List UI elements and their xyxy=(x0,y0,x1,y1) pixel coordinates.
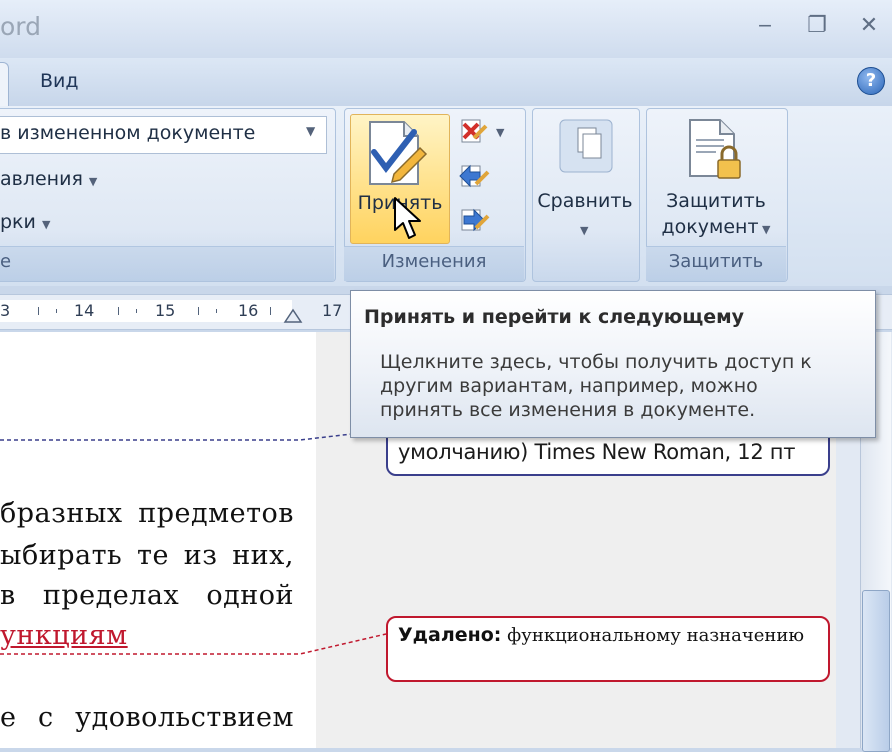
combo-dropdown-arrow-icon[interactable]: ▼ xyxy=(306,124,315,138)
right-indent-marker-icon[interactable] xyxy=(283,306,303,324)
mouse-cursor-icon xyxy=(394,197,421,239)
ruler-tick xyxy=(56,309,57,313)
protect-group-label: Защитить xyxy=(668,251,764,272)
window-title: ord xyxy=(0,12,42,41)
balloons-button[interactable]: рки ▼ xyxy=(0,211,50,233)
deleted-label: Удалено: xyxy=(398,624,502,646)
chevron-down-icon: ▼ xyxy=(88,175,98,188)
show-markup-label: авления xyxy=(0,168,83,190)
ruler-tick xyxy=(216,309,217,313)
close-button[interactable]: ✕ xyxy=(852,12,886,40)
show-markup-button[interactable]: авления ▼ xyxy=(0,168,97,190)
ruler-number: 3 xyxy=(0,301,11,320)
protect-document-button[interactable]: документ ▼ xyxy=(646,216,786,238)
minimize-button[interactable]: ‒ xyxy=(748,12,782,40)
tracking-group-label: е xyxy=(0,251,12,272)
help-icon[interactable]: ? xyxy=(857,67,885,95)
balloon-connector-lines xyxy=(0,429,387,655)
tooltip-body: Щелкните здесь, чтобы получить доступ к … xyxy=(380,350,850,422)
chevron-down-icon: ▼ xyxy=(758,223,771,236)
ruler-number: 15 xyxy=(155,301,176,320)
ruler-number: 17 xyxy=(322,301,343,320)
tooltip-body-line: Щелкните здесь, чтобы получить доступ к xyxy=(380,351,812,373)
deleted-text: функциональному назначению xyxy=(507,625,805,646)
display-for-review-value: в измененном документе xyxy=(0,122,256,144)
accept-document-icon xyxy=(369,121,428,185)
tab-review-active[interactable] xyxy=(0,62,9,107)
compare-icon xyxy=(559,119,613,173)
chevron-down-icon: ▼ xyxy=(41,218,51,231)
compare-button-label[interactable]: Сравнить xyxy=(532,190,638,212)
tab-view[interactable]: Вид xyxy=(40,70,79,92)
ribbon-tab-row xyxy=(0,58,892,107)
balloons-label: рки xyxy=(0,211,36,233)
ruler-tick xyxy=(38,307,39,315)
tracking-group-label-bar xyxy=(0,246,334,281)
ruler-tick xyxy=(270,307,271,315)
next-change-icon[interactable] xyxy=(458,204,490,234)
reject-dropdown-arrow-icon[interactable]: ▼ xyxy=(496,126,504,139)
formatting-balloon-text: умолчанию) Times New Roman, 12 пт xyxy=(398,440,796,464)
deletion-balloon-content: Удалено: функциональному назначению xyxy=(398,622,818,649)
protect-label-line1[interactable]: Защитить xyxy=(646,190,786,212)
document-line: е с удовольствием xyxy=(0,702,294,733)
protect-document-icon xyxy=(689,119,741,179)
ruler-tick xyxy=(118,307,119,315)
changes-group-label: Изменения xyxy=(381,251,487,272)
ruler-tick xyxy=(198,307,199,315)
tooltip-body-line: принять все изменения в документе. xyxy=(380,399,756,421)
protect-label-line2: документ xyxy=(661,216,759,238)
restore-button[interactable]: ❐ xyxy=(800,12,834,40)
ruler-number: 16 xyxy=(238,301,259,320)
ruler-tick xyxy=(136,309,137,313)
reject-change-icon[interactable] xyxy=(458,116,488,146)
compare-dropdown-arrow-icon[interactable]: ▼ xyxy=(580,224,588,237)
previous-change-icon[interactable] xyxy=(458,160,490,190)
ruler-number: 14 xyxy=(74,301,95,320)
tooltip-title: Принять и перейти к следующему xyxy=(364,306,745,328)
scrollbar-thumb[interactable] xyxy=(862,590,890,752)
tooltip-body-line: другим вариантам, например, можно xyxy=(380,375,758,397)
